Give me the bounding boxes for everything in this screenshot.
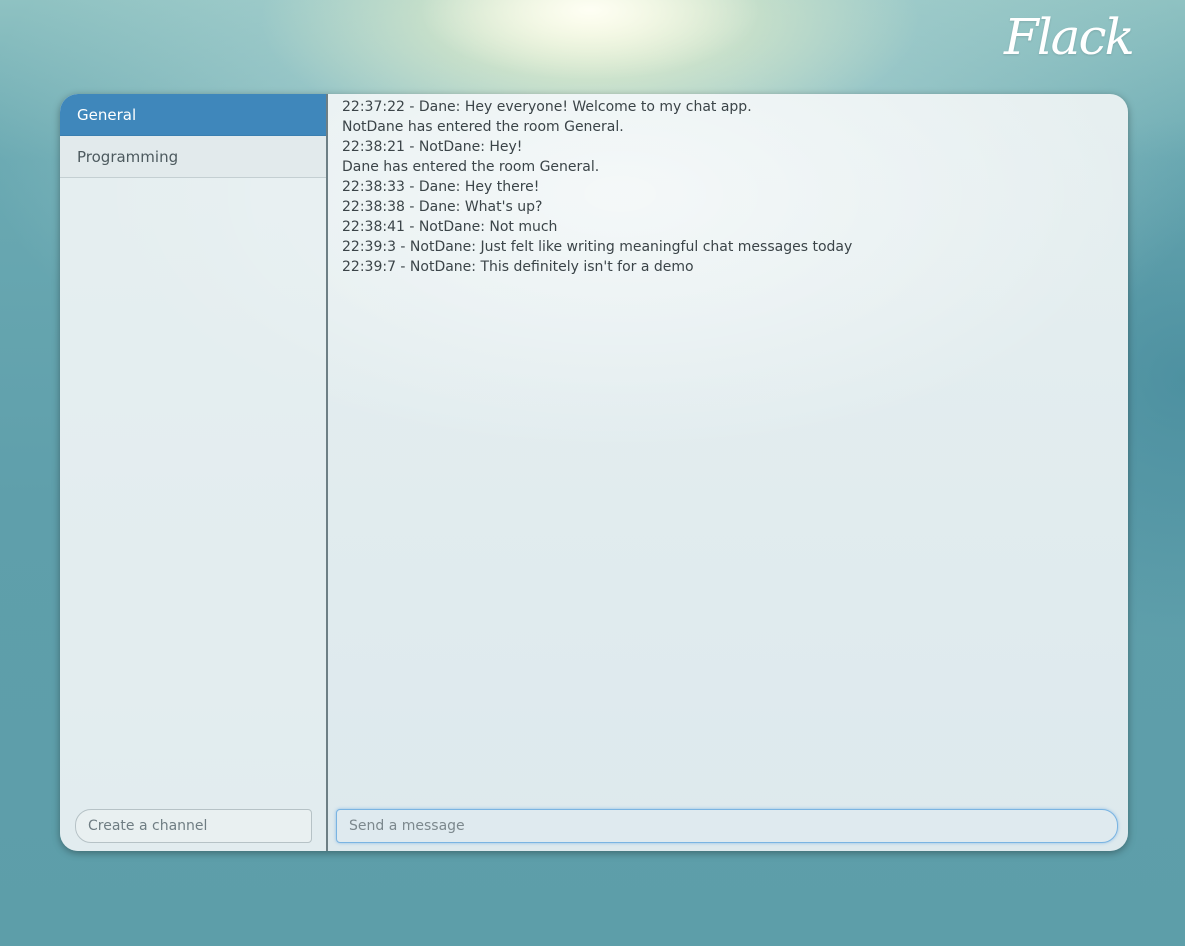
message-item: 22:38:41 - NotDane: Not much xyxy=(342,219,558,235)
chat-window: General Programming 22:37:22 - Dane: Hey… xyxy=(60,94,1128,851)
app-logo: Flack xyxy=(1004,8,1135,66)
message-item: 22:39:7 - NotDane: This definitely isn't… xyxy=(342,259,694,275)
channel-sidebar: General Programming xyxy=(60,94,328,851)
message-item: 22:37:22 - Dane: Hey everyone! Welcome t… xyxy=(342,99,752,115)
channel-item-general[interactable]: General xyxy=(60,94,326,136)
message-item: 22:38:33 - Dane: Hey there! xyxy=(342,179,540,195)
message-item: Dane has entered the room General. xyxy=(342,159,600,175)
message-list: 22:37:22 - Dane: Hey everyone! Welcome t… xyxy=(342,97,1102,277)
message-item: 22:38:21 - NotDane: Hey! xyxy=(342,139,523,155)
send-message-input[interactable] xyxy=(336,809,1118,843)
message-item: 22:38:38 - Dane: What's up? xyxy=(342,199,543,215)
create-channel-input[interactable] xyxy=(75,809,312,843)
message-item: NotDane has entered the room General. xyxy=(342,119,624,135)
channel-item-programming[interactable]: Programming xyxy=(60,136,326,178)
message-item: 22:39:3 - NotDane: Just felt like writin… xyxy=(342,239,853,255)
